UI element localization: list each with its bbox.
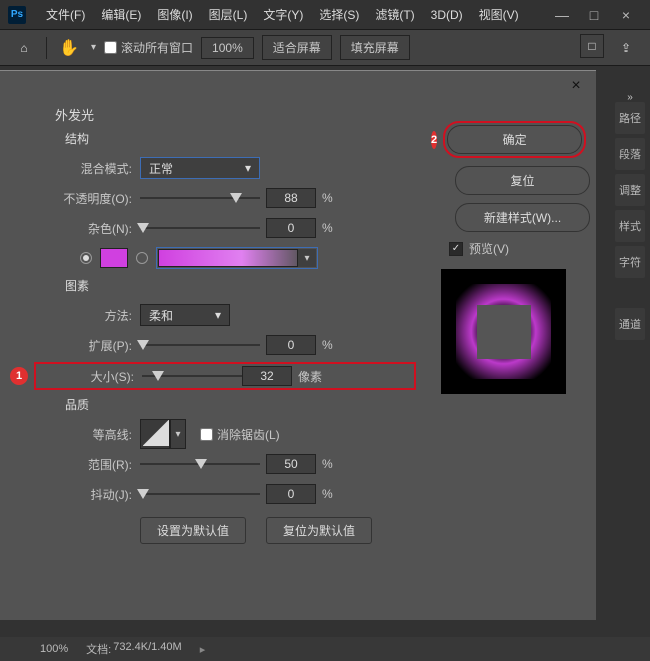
make-default-button[interactable]: 设置为默认值 (140, 517, 246, 544)
percent-unit: % (322, 191, 352, 205)
gradient-dropdown[interactable]: ▾ (298, 249, 316, 267)
technique-select[interactable]: 柔和 (140, 304, 230, 326)
color-radio[interactable] (80, 252, 92, 264)
right-panel-tabs: » 路径 段落 调整 样式 字符 通道 (615, 92, 645, 340)
menu-view[interactable]: 视图(V) (471, 2, 527, 27)
status-zoom[interactable]: 100% (40, 643, 68, 655)
technique-label: 方法: (10, 307, 140, 324)
preview-label: 预览(V) (469, 240, 509, 257)
status-arrow-icon[interactable]: ▸ (200, 643, 206, 656)
gradient-radio[interactable] (136, 252, 148, 264)
window-minimize[interactable]: — (546, 3, 578, 27)
noise-slider[interactable] (140, 220, 260, 236)
tab-styles[interactable]: 样式 (615, 210, 645, 242)
contour-picker[interactable] (140, 419, 170, 449)
menu-layer[interactable]: 图层(L) (201, 2, 256, 27)
opacity-slider[interactable] (140, 190, 260, 206)
preview-checkbox[interactable]: ✓ (449, 242, 463, 256)
dialog-close-button[interactable]: × (566, 76, 586, 96)
spread-label: 扩展(P): (10, 337, 140, 354)
effect-title: 外发光 (55, 105, 416, 124)
glow-gradient[interactable] (158, 249, 298, 267)
section-quality: 品质 (65, 396, 416, 413)
range-slider[interactable] (140, 456, 260, 472)
noise-value[interactable]: 0 (266, 218, 316, 238)
options-bar: ⌂ ✋ ▾ 滚动所有窗口 100% 适合屏幕 填充屏幕 □ ⇪ (0, 30, 650, 66)
range-value[interactable]: 50 (266, 454, 316, 474)
share-icon[interactable]: ⇪ (612, 34, 640, 62)
window-close[interactable]: × (610, 3, 642, 27)
contour-dropdown[interactable]: ▾ (170, 419, 186, 449)
window-maximize[interactable]: □ (578, 3, 610, 27)
new-style-button[interactable]: 新建样式(W)... (455, 203, 590, 232)
panel-menu-icon[interactable]: » (627, 92, 633, 98)
spread-value[interactable]: 0 (266, 335, 316, 355)
status-doc-value: 732.4K/1.40M (113, 641, 182, 657)
section-elements: 图素 (65, 277, 416, 294)
chevron-down-icon[interactable]: ▾ (91, 42, 96, 53)
noise-label: 杂色(N): (10, 220, 140, 237)
status-bar: 100% 文档: 732.4K/1.40M ▸ (0, 637, 650, 661)
scroll-all-checkbox[interactable]: 滚动所有窗口 (104, 39, 193, 56)
tab-adjustments[interactable]: 调整 (615, 174, 645, 206)
ps-logo: Ps (8, 6, 26, 24)
spread-slider[interactable] (140, 337, 260, 353)
fill-screen-button[interactable]: 填充屏幕 (340, 35, 410, 60)
size-value[interactable]: 32 (242, 366, 292, 386)
menu-image[interactable]: 图像(I) (149, 2, 200, 27)
jitter-value[interactable]: 0 (266, 484, 316, 504)
px-unit: 像素 (298, 368, 328, 385)
menu-file[interactable]: 文件(F) (38, 2, 93, 27)
tab-character[interactable]: 字符 (615, 246, 645, 278)
blend-mode-label: 混合模式: (10, 160, 140, 177)
contour-label: 等高线: (10, 426, 140, 443)
tab-paragraph[interactable]: 段落 (615, 138, 645, 170)
status-doc-label: 文档: (86, 641, 111, 657)
tab-paths[interactable]: 路径 (615, 102, 645, 134)
reset-button[interactable]: 复位 (455, 166, 590, 195)
blend-mode-select[interactable]: 正常 (140, 157, 260, 179)
search-icon[interactable]: □ (580, 34, 604, 58)
menu-filter[interactable]: 滤镜(T) (367, 2, 422, 27)
layer-style-dialog: × 外发光 结构 混合模式: 正常 不透明度(O): 88 % (0, 70, 596, 620)
menu-select[interactable]: 选择(S) (311, 2, 367, 27)
menu-3d[interactable]: 3D(D) (423, 4, 471, 26)
zoom-value[interactable]: 100% (201, 37, 254, 59)
glow-color-swatch[interactable] (100, 248, 128, 268)
fit-screen-button[interactable]: 适合屏幕 (262, 35, 332, 60)
antialias-checkbox[interactable]: 消除锯齿(L) (200, 426, 280, 443)
menu-edit[interactable]: 编辑(E) (93, 2, 149, 27)
annotation-badge-1: 1 (10, 367, 28, 385)
menu-bar: Ps 文件(F) 编辑(E) 图像(I) 图层(L) 文字(Y) 选择(S) 滤… (0, 0, 650, 30)
home-icon[interactable]: ⌂ (10, 34, 38, 62)
range-label: 范围(R): (10, 456, 140, 473)
jitter-slider[interactable] (140, 486, 260, 502)
size-label: 大小(S): (38, 368, 142, 385)
jitter-label: 抖动(J): (10, 486, 140, 503)
hand-tool-icon[interactable]: ✋ (55, 34, 83, 62)
section-structure: 结构 (65, 130, 416, 147)
reset-default-button[interactable]: 复位为默认值 (266, 517, 372, 544)
opacity-value[interactable]: 88 (266, 188, 316, 208)
menu-type[interactable]: 文字(Y) (255, 2, 311, 27)
effect-preview (441, 269, 566, 394)
opacity-label: 不透明度(O): (10, 190, 140, 207)
tab-channels[interactable]: 通道 (615, 308, 645, 340)
size-slider[interactable] (142, 368, 242, 384)
annotation-badge-2: 2 (431, 131, 437, 149)
ok-button[interactable]: 确定 (447, 125, 582, 154)
